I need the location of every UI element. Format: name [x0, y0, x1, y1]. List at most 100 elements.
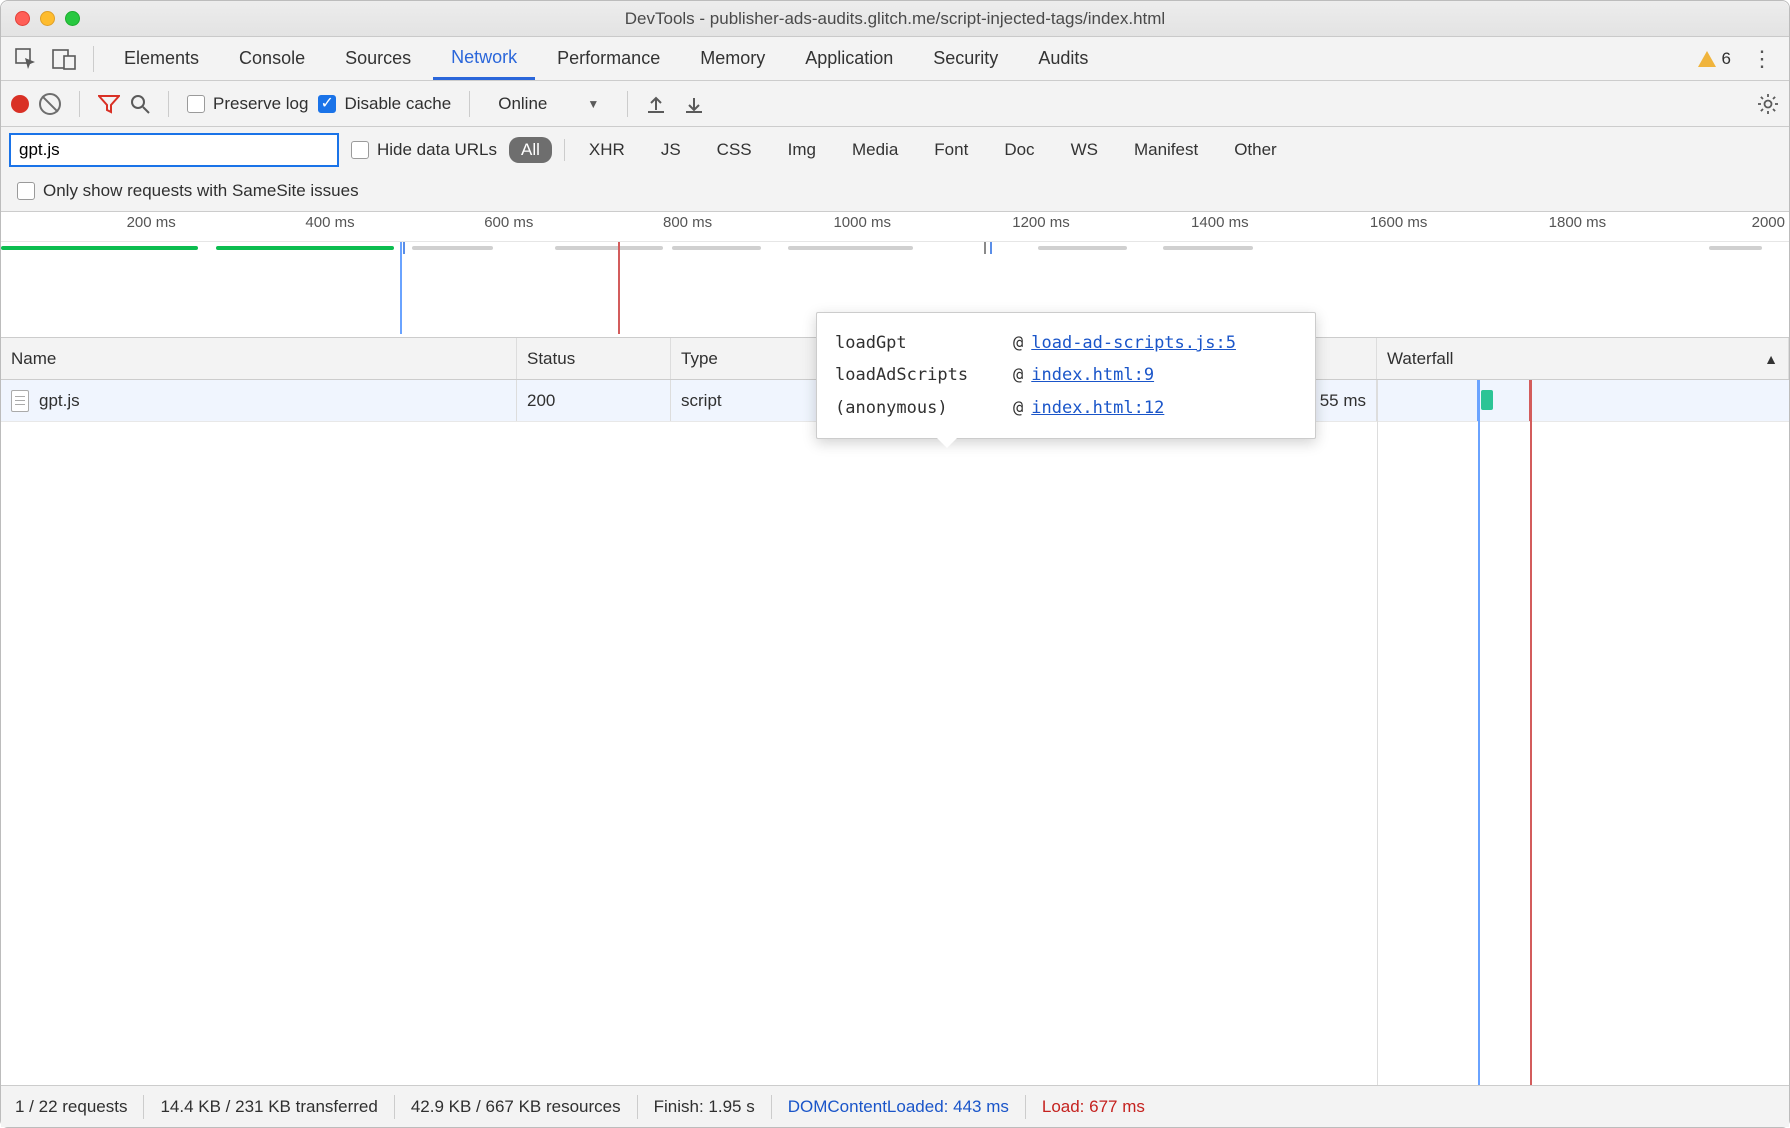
tick-label: 1400 ms	[1191, 214, 1253, 231]
checkbox-icon	[17, 182, 35, 200]
timeline-bar	[1709, 246, 1763, 250]
disable-cache-label: Disable cache	[344, 94, 451, 114]
stack-function: (anonymous)	[835, 392, 1005, 424]
filter-pill-img[interactable]: Img	[776, 137, 828, 163]
chevron-down-icon: ▼	[587, 97, 599, 111]
timeline-marker	[984, 242, 986, 254]
warning-triangle-icon	[1698, 51, 1716, 67]
load-line	[618, 242, 620, 334]
tick-label: 200 ms	[127, 214, 180, 231]
filter-pill-js[interactable]: JS	[649, 137, 693, 163]
window-maximize-button[interactable]	[65, 11, 80, 26]
window-minimize-button[interactable]	[40, 11, 55, 26]
filter-toggle-icon[interactable]	[98, 94, 120, 114]
filter-pill-all[interactable]: All	[509, 137, 552, 163]
tab-sources[interactable]: Sources	[327, 37, 429, 80]
cell-status: 200	[517, 380, 671, 421]
titlebar: DevTools - publisher-ads-audits.glitch.m…	[1, 1, 1789, 37]
filter-pill-ws[interactable]: WS	[1059, 137, 1110, 163]
throttle-select[interactable]: Online ▼	[488, 90, 609, 118]
status-transferred: 14.4 KB / 231 KB transferred	[160, 1097, 377, 1117]
divider	[394, 1095, 395, 1119]
divider	[469, 91, 470, 117]
timeline-bar	[1163, 246, 1252, 250]
tick-label: 1000 ms	[833, 214, 895, 231]
stack-at: @	[1013, 359, 1023, 391]
settings-gear-icon[interactable]	[1757, 93, 1779, 115]
tab-application[interactable]: Application	[787, 37, 911, 80]
col-header-waterfall[interactable]: Waterfall ▲	[1377, 338, 1789, 379]
timeline-marker	[990, 242, 992, 254]
timeline-bar	[1038, 246, 1127, 250]
device-toolbar-icon[interactable]	[47, 42, 81, 76]
window-close-button[interactable]	[15, 11, 30, 26]
upload-har-icon[interactable]	[646, 94, 666, 114]
tick-label: 800 ms	[663, 214, 716, 231]
divider	[93, 46, 94, 72]
window-title: DevTools - publisher-ads-audits.glitch.m…	[1, 9, 1789, 29]
devtools-window: DevTools - publisher-ads-audits.glitch.m…	[0, 0, 1790, 1128]
tick-label: 1600 ms	[1370, 214, 1432, 231]
preserve-log-checkbox[interactable]: Preserve log	[187, 94, 308, 114]
hide-data-urls-checkbox[interactable]: Hide data URLs	[351, 140, 497, 160]
timeline-ruler: 200 ms 400 ms 600 ms 800 ms 1000 ms 1200…	[1, 212, 1789, 242]
stack-frame: loadAdScripts @ index.html:9	[835, 359, 1297, 391]
waterfall-dcl-line	[1478, 380, 1480, 1085]
throttle-value: Online	[498, 94, 547, 114]
waterfall-label: Waterfall	[1387, 349, 1453, 369]
filter-pill-manifest[interactable]: Manifest	[1122, 137, 1210, 163]
tick-label: 2000	[1752, 214, 1789, 231]
tick-label: 1200 ms	[1012, 214, 1074, 231]
cell-name: gpt.js	[1, 380, 517, 421]
warning-count: 6	[1722, 49, 1731, 69]
preserve-log-label: Preserve log	[213, 94, 308, 114]
status-load: Load: 677 ms	[1042, 1097, 1145, 1117]
timeline-marker	[403, 242, 405, 254]
filter-input[interactable]	[9, 133, 339, 167]
col-header-type[interactable]: Type	[671, 338, 823, 379]
same-site-label: Only show requests with SameSite issues	[43, 181, 359, 201]
more-menu-icon[interactable]: ⋮	[1743, 46, 1781, 72]
download-har-icon[interactable]	[684, 94, 704, 114]
tab-performance[interactable]: Performance	[539, 37, 678, 80]
record-button[interactable]	[11, 95, 29, 113]
tick-label: 1800 ms	[1549, 214, 1611, 231]
stack-location-link[interactable]: index.html:12	[1031, 392, 1164, 424]
stack-at: @	[1013, 327, 1023, 359]
filter-pill-css[interactable]: CSS	[705, 137, 764, 163]
inspect-element-icon[interactable]	[9, 42, 43, 76]
tab-console[interactable]: Console	[221, 37, 323, 80]
stack-location-link[interactable]: index.html:9	[1031, 359, 1154, 391]
filter-bar: Hide data URLs All XHR JS CSS Img Media …	[1, 127, 1789, 212]
filter-pill-font[interactable]: Font	[922, 137, 980, 163]
timeline-bar	[555, 246, 662, 250]
clear-button[interactable]	[39, 93, 61, 115]
same-site-checkbox[interactable]: Only show requests with SameSite issues	[17, 181, 359, 201]
tab-elements[interactable]: Elements	[106, 37, 217, 80]
col-header-status[interactable]: Status	[517, 338, 671, 379]
filter-pill-media[interactable]: Media	[840, 137, 910, 163]
col-header-name[interactable]: Name	[1, 338, 517, 379]
tab-audits[interactable]: Audits	[1020, 37, 1106, 80]
disable-cache-checkbox[interactable]: Disable cache	[318, 94, 451, 114]
filter-pill-doc[interactable]: Doc	[992, 137, 1046, 163]
tab-network[interactable]: Network	[433, 37, 535, 80]
filter-pill-other[interactable]: Other	[1222, 137, 1289, 163]
divider	[143, 1095, 144, 1119]
divider	[564, 139, 565, 161]
search-icon[interactable]	[130, 94, 150, 114]
divider	[637, 1095, 638, 1119]
stack-function: loadAdScripts	[835, 359, 1005, 391]
hide-data-urls-label: Hide data URLs	[377, 140, 497, 160]
warnings-indicator[interactable]: 6	[1698, 49, 1731, 69]
filter-pill-xhr[interactable]: XHR	[577, 137, 637, 163]
tab-security[interactable]: Security	[915, 37, 1016, 80]
stack-location-link[interactable]: load-ad-scripts.js:5	[1031, 327, 1236, 359]
tab-memory[interactable]: Memory	[682, 37, 783, 80]
domcontentloaded-line	[400, 242, 402, 334]
checkbox-icon	[318, 95, 336, 113]
divider	[627, 91, 628, 117]
request-table: Name Status Type Waterfall ▲ gpt.js 200 …	[1, 338, 1789, 1085]
stack-frame: (anonymous) @ index.html:12	[835, 392, 1297, 424]
checkbox-icon	[187, 95, 205, 113]
